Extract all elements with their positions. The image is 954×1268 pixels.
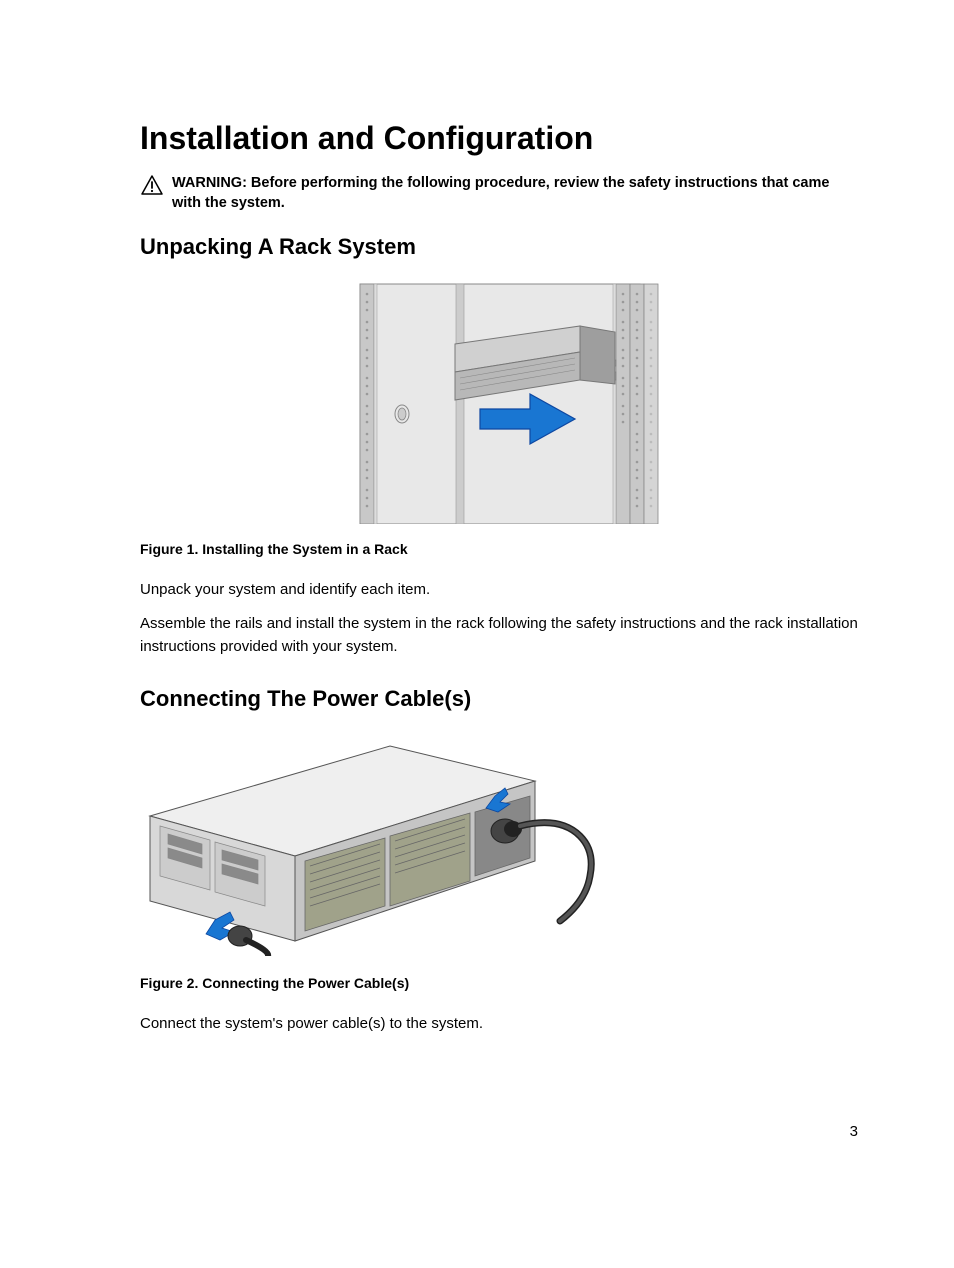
page-number: 3 (850, 1123, 858, 1140)
page-title: Installation and Configuration (140, 120, 859, 157)
body-para-2: Assemble the rails and install the syste… (140, 613, 859, 658)
warning-block: WARNING: Before performing the following… (140, 173, 859, 214)
figure-1-container (140, 274, 859, 529)
figure-2-caption: Figure 2. Connecting the Power Cable(s) (140, 975, 859, 991)
section-heading-power: Connecting The Power Cable(s) (140, 686, 859, 712)
rack-install-illustration (300, 274, 700, 524)
power-cable-illustration (140, 726, 600, 956)
body-para-3: Connect the system's power cable(s) to t… (140, 1013, 859, 1036)
figure-2-container (140, 726, 859, 961)
warning-text: WARNING: Before performing the following… (172, 173, 859, 214)
section-heading-unpacking: Unpacking A Rack System (140, 234, 859, 260)
figure-1-caption: Figure 1. Installing the System in a Rac… (140, 541, 859, 557)
warning-triangle-icon (140, 174, 164, 196)
body-para-1: Unpack your system and identify each ite… (140, 579, 859, 602)
